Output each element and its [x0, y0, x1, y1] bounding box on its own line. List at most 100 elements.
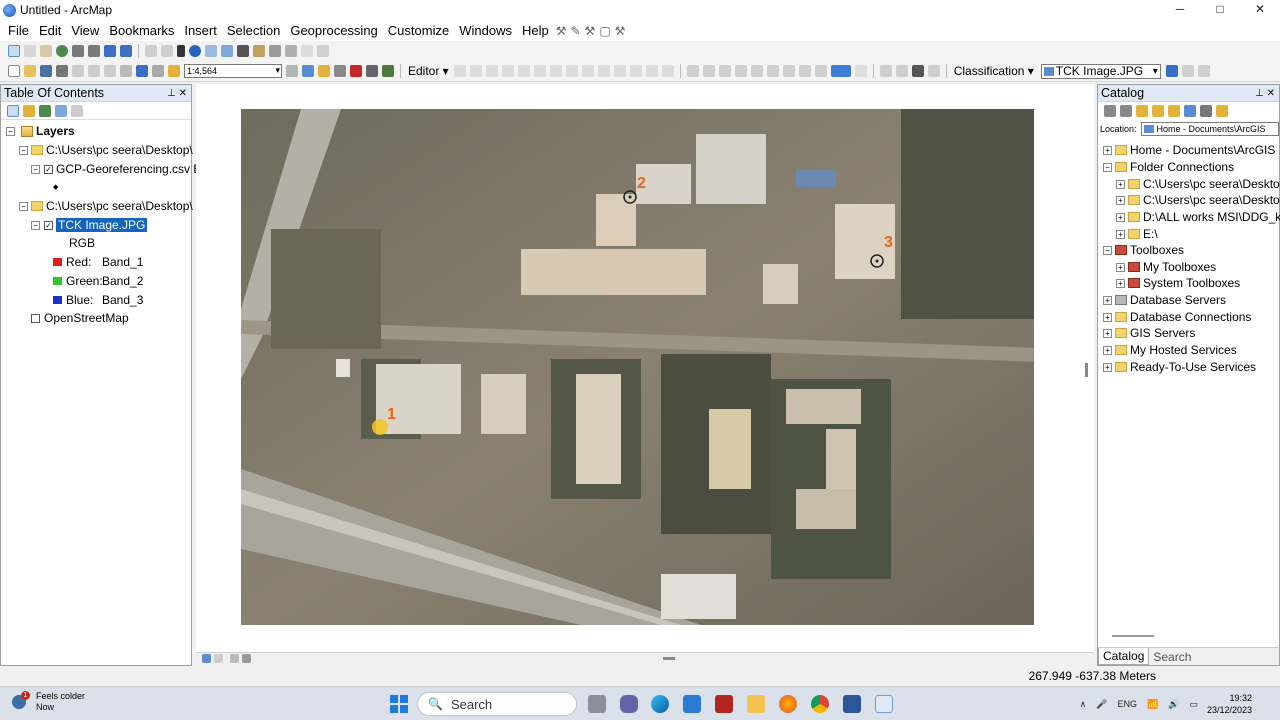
pin-icon[interactable]: ⊥ ✕	[1255, 85, 1275, 102]
expand-icon[interactable]: +	[1116, 212, 1125, 222]
catalog-fc2[interactable]: + C:\Users\pc seera\Desktop	[1116, 191, 1280, 209]
start-button[interactable]	[390, 695, 408, 713]
catalog-system-toolboxes[interactable]: + System Toolboxes	[1116, 274, 1240, 292]
edit-vertices-icon[interactable]	[549, 65, 562, 77]
hammer-icon[interactable]: ⚒	[556, 24, 567, 38]
expand-icon[interactable]: +	[1103, 312, 1112, 322]
collapse-icon[interactable]: −	[19, 145, 28, 155]
tree-row-tck-layer[interactable]: − ✓ TCK Image.JPG	[31, 216, 148, 234]
list-by-source-icon[interactable]	[23, 104, 35, 117]
word-icon[interactable]	[843, 695, 861, 713]
layout-forward-icon[interactable]	[814, 65, 827, 77]
up-one-level-icon[interactable]	[1136, 105, 1148, 117]
back-extent-icon[interactable]	[104, 45, 116, 57]
focus-data-frame-icon[interactable]	[879, 65, 892, 77]
collapse-icon[interactable]: −	[6, 126, 15, 136]
home-icon[interactable]	[1152, 105, 1164, 117]
time-slider-icon[interactable]	[301, 45, 313, 57]
collapse-icon[interactable]: −	[31, 220, 40, 230]
catalog-database-servers[interactable]: + Database Servers	[1103, 291, 1226, 309]
horizontal-scrollbar[interactable]	[1112, 635, 1154, 637]
redo-icon[interactable]	[152, 65, 164, 77]
collapse-icon[interactable]: −	[1103, 162, 1112, 172]
menu-view[interactable]: View	[66, 20, 104, 41]
menu-insert[interactable]: Insert	[179, 20, 222, 41]
tree-row-gcp-layer[interactable]: − ✓ GCP-Georeferencing.csv E	[31, 160, 201, 178]
language-indicator[interactable]: ENG	[1117, 699, 1137, 709]
python-window-icon[interactable]	[366, 65, 378, 77]
search-window-icon[interactable]	[334, 65, 346, 77]
draft-mode-icon[interactable]	[854, 65, 867, 77]
splitter-grip[interactable]	[1085, 363, 1088, 377]
viewer-icon[interactable]	[317, 45, 329, 57]
new-document-icon[interactable]	[8, 65, 20, 77]
layer-visibility-checkbox[interactable]: ✓	[44, 220, 53, 230]
add-data-icon[interactable]	[168, 65, 180, 77]
expand-icon[interactable]: +	[1103, 295, 1112, 305]
delete-icon[interactable]	[120, 65, 132, 77]
full-extent-icon[interactable]	[56, 45, 68, 57]
tree-row-osm[interactable]: OpenStreetMap	[31, 309, 129, 327]
go-to-xy-icon[interactable]	[269, 45, 281, 57]
data-driven-pages-icon[interactable]	[911, 65, 924, 77]
trace-icon[interactable]	[517, 65, 530, 77]
catalog-gis-servers[interactable]: + GIS Servers	[1103, 324, 1195, 342]
layout-zoom-out-icon[interactable]	[702, 65, 715, 77]
end-point-arc-icon[interactable]	[501, 65, 514, 77]
weather-widget[interactable]: 1 Feels colder Now	[12, 691, 85, 713]
layout-pan-icon[interactable]	[718, 65, 731, 77]
catalog-ready-services[interactable]: + Ready-To-Use Services	[1103, 358, 1256, 376]
microphone-icon[interactable]: 🎤	[1096, 699, 1107, 710]
layer-visibility-checkbox[interactable]	[31, 313, 40, 323]
layout-back-icon[interactable]	[798, 65, 811, 77]
identify-icon[interactable]	[189, 45, 201, 57]
task-view-icon[interactable]	[588, 695, 606, 713]
views-icon[interactable]	[1200, 105, 1212, 117]
horizontal-splitter[interactable]	[663, 657, 675, 660]
taskbar-search[interactable]: 🔍 Search	[417, 692, 577, 716]
chrome-icon[interactable]	[811, 695, 829, 713]
classification-menu[interactable]: Classification ▾	[954, 64, 1034, 78]
layout-toolbar-icon[interactable]	[927, 65, 940, 77]
editor-menu[interactable]: Editor ▾	[408, 64, 449, 78]
list-by-selection-icon[interactable]	[55, 104, 67, 117]
cut-icon[interactable]	[72, 65, 84, 77]
collapse-icon[interactable]: −	[31, 164, 40, 174]
show-hidden-icons[interactable]: ∧	[1080, 699, 1087, 710]
attributes-icon[interactable]	[629, 65, 642, 77]
expand-icon[interactable]: +	[1116, 229, 1125, 239]
expand-icon[interactable]: +	[1116, 262, 1125, 272]
toolbox-app-icon[interactable]	[715, 695, 733, 713]
hyperlink-icon[interactable]	[205, 45, 217, 57]
tree-row-folder2[interactable]: − C:\Users\pc seera\Desktop\	[19, 197, 193, 215]
create-features-icon[interactable]	[661, 65, 674, 77]
editor-toolbar-icon[interactable]	[286, 65, 298, 77]
list-by-visibility-icon[interactable]	[39, 104, 51, 117]
layout-fixed-zoom-in-icon[interactable]	[766, 65, 779, 77]
menu-edit[interactable]: Edit	[34, 20, 66, 41]
menu-windows[interactable]: Windows	[454, 20, 517, 41]
open-folder-icon[interactable]	[24, 65, 36, 77]
volume-icon[interactable]: 🔊	[1168, 699, 1179, 710]
zoom-whole-page-icon[interactable]	[734, 65, 747, 77]
expand-icon[interactable]: +	[1103, 328, 1112, 338]
arcmap-taskbar-icon[interactable]	[875, 695, 893, 713]
map-scale-input[interactable]: 1:4,564	[184, 64, 282, 78]
tree-row-folder1[interactable]: − C:\Users\pc seera\Desktop\	[19, 141, 193, 159]
refresh-icon[interactable]	[230, 654, 239, 663]
save-icon[interactable]	[40, 65, 52, 77]
tool-icon[interactable]: ✎	[570, 24, 580, 38]
pause-drawing-icon[interactable]	[242, 654, 251, 663]
training-sample-manager-icon[interactable]	[1165, 65, 1178, 77]
print-icon[interactable]	[56, 65, 68, 77]
fixed-zoom-in-icon[interactable]	[72, 45, 84, 57]
draw-polygon-icon[interactable]	[1181, 65, 1194, 77]
point-icon[interactable]	[533, 65, 546, 77]
data-view-icon[interactable]	[202, 654, 211, 663]
connect-folder-icon[interactable]	[1168, 105, 1180, 117]
firefox-icon[interactable]	[779, 695, 797, 713]
edit-annotation-icon[interactable]	[469, 65, 482, 77]
battery-icon[interactable]: ▭	[1189, 699, 1198, 710]
pin-icon[interactable]: ⊥ ✕	[167, 85, 187, 102]
reshape-icon[interactable]	[565, 65, 578, 77]
